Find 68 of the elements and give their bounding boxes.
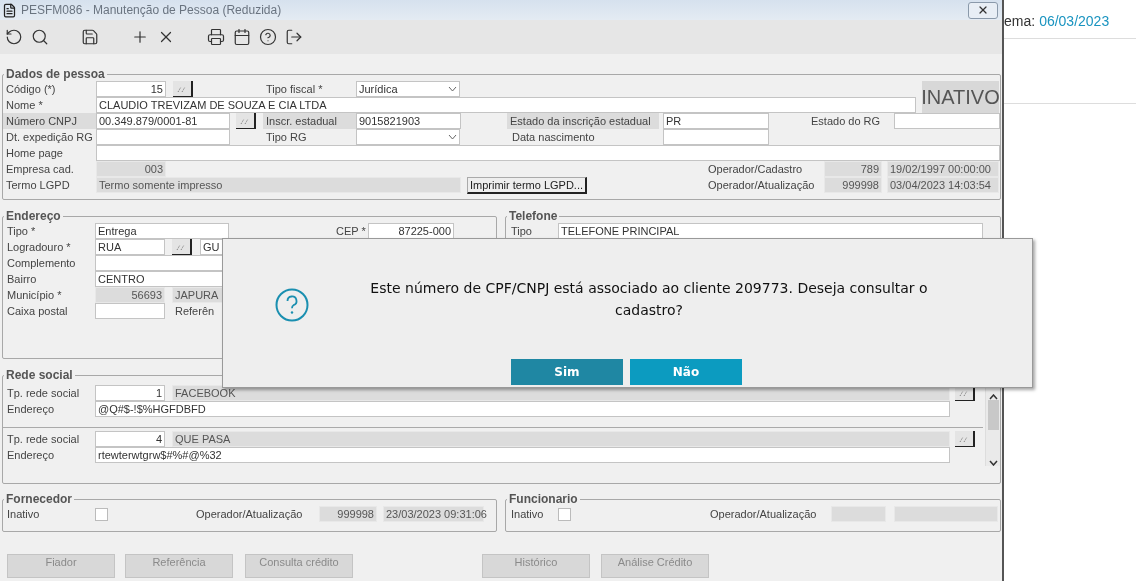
field-label: Município * (7, 288, 63, 303)
readonly-field: 999998 (319, 506, 377, 522)
group-title: Dados de pessoa (5, 67, 106, 81)
dialog-message: Este número de CPF/CNPJ está associado ao cliente 209773. Deseja consultar o cadastro? (369, 279, 929, 320)
input-field[interactable]: 4 (95, 431, 165, 447)
readonly-field: 999998 (824, 177, 882, 193)
readonly-field: 56693 (95, 287, 165, 303)
status-badge: INATIVO (922, 81, 999, 113)
input-field[interactable]: CLAUDIO TREVIZAM DE SOUZA E CIA LTDA (96, 97, 916, 113)
field-label: Complemento (7, 256, 77, 271)
input-field[interactable]: 1 (95, 385, 165, 401)
field-label: Número CNPJ (3, 113, 96, 129)
field-label: CEP * (336, 224, 366, 239)
group-title: Endereço (5, 209, 62, 223)
field-label: Dt. expedição RG (6, 130, 94, 145)
field-label: Operador/Atualização (708, 178, 816, 193)
field-label: Operador/Cadastro (708, 162, 804, 177)
field-label: Operador/Atualização (196, 507, 304, 522)
field-label: Inscr. estadual (263, 113, 356, 129)
group-title: Telefone (508, 209, 559, 223)
field-label: Referên (175, 304, 216, 319)
input-field[interactable]: rtewterwtgrw$#%#@%32 (95, 447, 950, 463)
input-field[interactable]: 9015821903 (356, 113, 461, 129)
dropdown[interactable]: Jurídica (356, 81, 460, 97)
input-field[interactable]: @Q#$-!$%HGFDBFD (95, 401, 950, 417)
input-field[interactable]: TELEFONE PRINCIPAL (558, 223, 983, 239)
input-field[interactable]: RUA (95, 239, 165, 255)
input-field[interactable]: Entrega (95, 223, 229, 239)
field-label: Tipo fiscal * (266, 82, 324, 97)
readonly-field: 003 (96, 161, 166, 177)
date-label: ema: (1004, 13, 1036, 29)
field-label: Inativo (511, 507, 545, 522)
readonly-field: 03/04/2023 14:03:54 (887, 177, 999, 193)
field-label: Tp. rede social (7, 432, 81, 447)
field-label: Data nascimento (512, 130, 596, 145)
field-label: Bairro (7, 272, 38, 287)
group-title: Fornecedor (5, 492, 73, 506)
date-value: 06/03/2023 (1039, 13, 1110, 29)
window-title: PESFM086 - Manutenção de Pessoa (Reduzida) (21, 3, 283, 17)
field-label: Tipo RG (266, 130, 308, 145)
input-field[interactable]: 87225-000 (368, 223, 454, 239)
print-button[interactable]: Imprimir termo LGPD... (467, 177, 587, 194)
group-title: Funcionario (508, 492, 579, 506)
field-label: Operador/Atualização (710, 507, 818, 522)
field-label: Endereço (7, 448, 56, 463)
field-label: Home page (6, 146, 64, 161)
field-label: Nome * (6, 98, 44, 113)
group-title: Rede social (5, 368, 74, 382)
field-label: Termo LGPD (6, 178, 71, 193)
field-label: Endereço (7, 402, 56, 417)
field-label: Estado da inscrição estadual (507, 113, 659, 129)
field-label: Código (*) (6, 82, 57, 97)
input-field[interactable]: 00.349.879/0001-81 (96, 113, 230, 129)
field-label: Logradouro * (7, 240, 72, 255)
readonly-field: 789 (824, 161, 882, 177)
field-label: Tp. rede social (7, 386, 81, 401)
field-label: Estado do RG (811, 114, 882, 129)
readonly-field: QUE PASA (172, 431, 950, 447)
readonly-field: Termo somente impresso (96, 177, 461, 193)
input-field[interactable]: 15 (96, 81, 166, 97)
field-label: Caixa postal (7, 304, 69, 319)
dialog-button[interactable]: Sim (511, 359, 623, 385)
field-label: Tipo * (7, 224, 37, 239)
input-field[interactable]: PR (663, 113, 769, 129)
field-label: Empresa cad. (6, 162, 75, 177)
readonly-field: 19/02/1997 00:00:00 (887, 161, 999, 177)
field-label: Tipo (511, 224, 533, 239)
field-label: Inativo (7, 507, 41, 522)
